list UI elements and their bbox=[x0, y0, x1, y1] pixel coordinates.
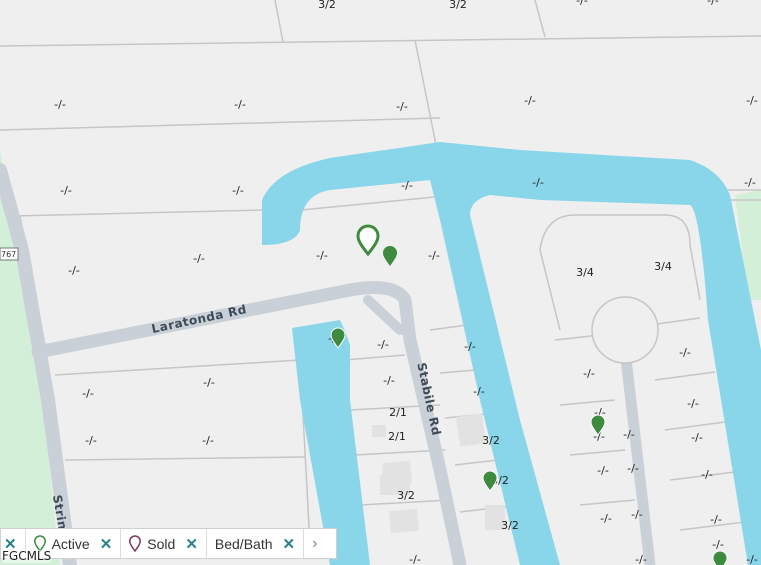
lot-bed-bath-label: 2/1 bbox=[388, 430, 406, 443]
remove-active-filter-icon[interactable]: ✕ bbox=[100, 535, 113, 553]
lot-bed-bath-label: -/- bbox=[85, 434, 97, 447]
lot-bed-bath-label: -/- bbox=[707, 0, 719, 7]
active-listing-pin[interactable] bbox=[712, 550, 728, 565]
lot-bed-bath-label: -/- bbox=[746, 94, 758, 107]
lot-bed-bath-label: 3/2 bbox=[482, 434, 500, 447]
lot-bed-bath-label: -/- bbox=[68, 264, 80, 277]
lot-bed-bath-label: -/- bbox=[627, 462, 639, 475]
lot-bed-bath-label: -/- bbox=[532, 176, 544, 189]
lot-bed-bath-label: -/- bbox=[746, 553, 758, 565]
lot-bed-bath-label: -/- bbox=[597, 464, 609, 477]
lot-bed-bath-label: -/- bbox=[60, 184, 72, 197]
lot-bed-bath-label: -/- bbox=[712, 538, 724, 551]
legend-label-bed-bath: Bed/Bath bbox=[214, 535, 273, 552]
lot-bed-bath-label: -/- bbox=[82, 387, 94, 400]
cul-de-sac bbox=[591, 296, 659, 364]
lot-bed-bath-label: -/- bbox=[691, 431, 703, 444]
remove-sold-filter-icon[interactable]: ✕ bbox=[185, 535, 198, 553]
map-attribution: FGCMLS bbox=[2, 549, 52, 563]
lot-bed-bath-label: -/- bbox=[203, 376, 215, 389]
lot-bed-bath-label: -/- bbox=[473, 385, 485, 398]
lot-bed-bath-label: -/- bbox=[576, 0, 588, 7]
lot-bed-bath-label: -/- bbox=[524, 94, 536, 107]
lot-bed-bath-label: -/- bbox=[600, 512, 612, 525]
lot-bed-bath-label: -/- bbox=[464, 340, 476, 353]
lot-bed-bath-label: 3/4 bbox=[654, 260, 672, 273]
lot-bed-bath-label: -/- bbox=[401, 179, 413, 192]
lot-bed-bath-label: -/- bbox=[623, 428, 635, 441]
legend-label-active: Active bbox=[51, 535, 90, 552]
lot-bed-bath-label: -/- bbox=[409, 553, 421, 565]
lot-bed-bath-label: -/- bbox=[701, 468, 713, 481]
lot-bed-bath-label: 3/2 bbox=[501, 519, 519, 532]
legend-item-sold[interactable]: Sold ✕ bbox=[121, 529, 207, 558]
lot-bed-bath-label: -/- bbox=[316, 249, 328, 262]
lot-bed-bath-label: 3/2 bbox=[449, 0, 467, 11]
legend-label-sold: Sold bbox=[147, 535, 176, 552]
lot-bed-bath-label: 3/2 bbox=[318, 0, 336, 11]
lot-bed-bath-label: 3/4 bbox=[576, 266, 594, 279]
lot-bed-bath-label: -/- bbox=[428, 249, 440, 262]
route-shield: 767 bbox=[0, 247, 19, 261]
lot-bed-bath-label: -/- bbox=[396, 100, 408, 113]
lot-bed-bath-label: -/- bbox=[679, 346, 691, 359]
map-canvas[interactable]: 767 Laratonda Rd Stabile Rd Stringer 3/2… bbox=[0, 0, 761, 565]
lot-bed-bath-label: -/- bbox=[234, 98, 246, 111]
route-shield-label: 767 bbox=[1, 250, 16, 259]
lot-bed-bath-label: -/- bbox=[383, 374, 395, 387]
lot-bed-bath-label: -/- bbox=[377, 338, 389, 351]
lot-bed-bath-label: -/- bbox=[583, 367, 595, 380]
legend-item-bed-bath[interactable]: Bed/Bath ✕ bbox=[207, 529, 305, 558]
lot-bed-bath-label: -/- bbox=[710, 513, 722, 526]
chevron-right-icon[interactable]: › bbox=[304, 535, 325, 553]
lot-bed-bath-label: 3/2 bbox=[397, 489, 415, 502]
lot-bed-bath-label: -/- bbox=[202, 434, 214, 447]
remove-bed-bath-filter-icon[interactable]: ✕ bbox=[283, 535, 296, 553]
lot-bed-bath-label: -/- bbox=[687, 397, 699, 410]
lot-bed-bath-label: 2/1 bbox=[389, 406, 407, 419]
lot-bed-bath-label: -/- bbox=[631, 508, 643, 521]
map-pin-icon bbox=[129, 535, 142, 552]
lot-bed-bath-label: -/- bbox=[54, 98, 66, 111]
lot-bed-bath-label: -/- bbox=[744, 176, 756, 189]
lot-bed-bath-label: -/- bbox=[232, 184, 244, 197]
lot-bed-bath-label: -/- bbox=[635, 553, 647, 565]
lot-bed-bath-label: -/- bbox=[193, 252, 205, 265]
